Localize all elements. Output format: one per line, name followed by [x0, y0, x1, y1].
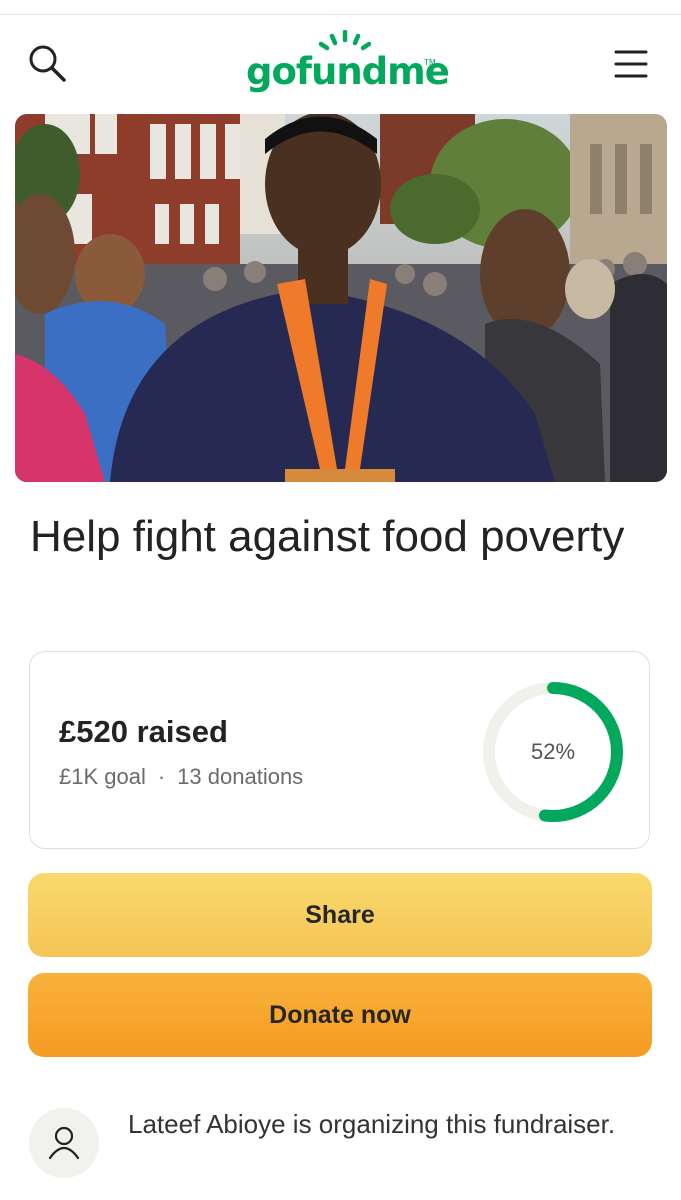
goal-amount: £1K goal	[59, 764, 146, 789]
amount-raised: £520 raised	[59, 714, 228, 749]
goal-meta: £1K goal · 13 donations	[59, 764, 303, 790]
progress-percent: 52%	[530, 739, 576, 764]
donate-button[interactable]: Donate now	[28, 973, 652, 1057]
logo-trademark: TM	[424, 58, 436, 67]
user-icon	[48, 1126, 80, 1160]
share-button[interactable]: Share	[28, 873, 652, 957]
progress-card: £520 raised £1K goal · 13 donations 52%	[29, 651, 650, 849]
gofundme-logo[interactable]: gofundme TM	[240, 30, 450, 100]
organizer-avatar[interactable]	[29, 1108, 99, 1178]
search-icon	[29, 45, 66, 82]
donation-count[interactable]: 13 donations	[177, 764, 303, 789]
meta-separator: ·	[157, 764, 166, 789]
menu-icon	[614, 50, 648, 78]
campaign-hero-image[interactable]	[15, 114, 667, 482]
logo-text: gofundme	[246, 50, 450, 93]
status-divider	[0, 0, 681, 15]
hero-photo	[15, 114, 667, 482]
organizer-text: Lateef Abioye is organizing this fundrai…	[128, 1109, 616, 1139]
search-button[interactable]	[24, 40, 72, 88]
campaign-title: Help fight against food poverty	[30, 512, 625, 561]
menu-button[interactable]	[604, 40, 656, 88]
